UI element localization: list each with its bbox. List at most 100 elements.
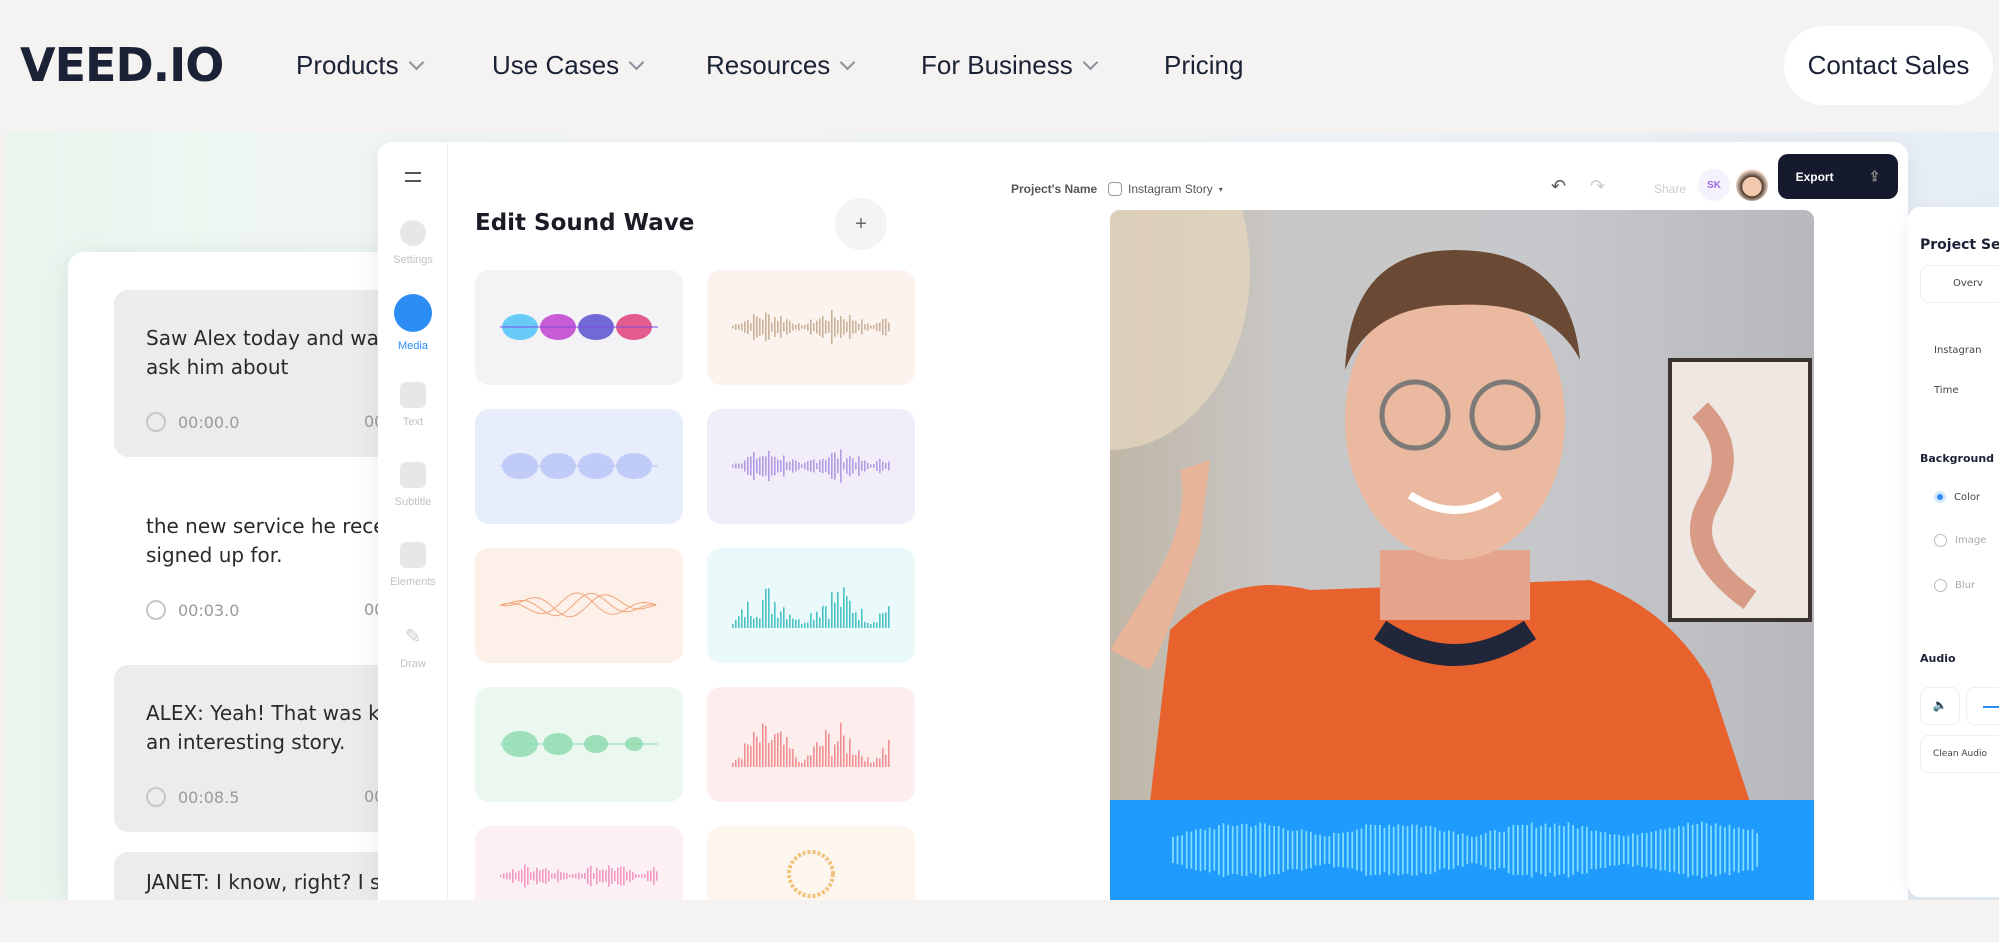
format-dropdown[interactable]: Instagram Story ▾ [1108,182,1223,196]
sidebar-item-elements[interactable]: Elements [378,542,448,588]
wave-bar [789,320,791,334]
wave-bar [575,873,577,879]
wave-bar [656,871,658,881]
wave-bar [816,611,818,628]
tab-overview[interactable]: Overv [1920,265,1999,303]
wave-bar [876,322,878,332]
wave-bar [885,612,887,628]
wave-bar [587,867,589,885]
wave-bar [789,614,791,628]
share-button[interactable]: Share [1654,182,1686,196]
panel-title: Edit Sound Wave [475,210,695,236]
wave-bar [798,761,800,767]
wave-bar [1319,834,1321,866]
wave-bar [1673,828,1676,872]
sidebar-item-text[interactable]: Text [378,382,448,428]
user-avatar-initials[interactable]: SK [1698,169,1730,201]
upload-icon: ⇪ [1868,168,1881,184]
wave-circle [787,850,835,898]
wave-bar [1576,828,1579,872]
clean-audio-button[interactable]: Clean Audio [1920,735,1999,773]
chevron-down-icon [628,54,645,71]
redo-icon[interactable]: ↷ [1590,176,1605,197]
nav-use-cases[interactable]: Use Cases [492,50,645,81]
veed-logo[interactable]: VEED.IO [20,38,224,92]
waveform [1172,821,1758,879]
wave-bar [801,624,803,628]
transcript-item[interactable]: Saw Alex today and war ask him about 00:… [114,290,414,457]
nav-resources[interactable]: Resources [706,50,856,81]
wave-bar [825,730,827,767]
transcript-item[interactable]: the new service he rece signed up for. 0… [114,478,414,645]
transcript-item[interactable]: ALEX: Yeah! That was kir an interesting … [114,665,414,832]
sidebar-item-subtitle[interactable]: Subtitle [378,462,448,508]
radio-blur[interactable]: Blur [1934,579,1975,592]
menu-icon[interactable] [405,172,421,182]
wave-bar [1549,827,1551,873]
wave-style-card[interactable] [707,687,915,802]
radio-color[interactable]: Color [1934,491,1980,503]
volume-icon[interactable]: 🔈 [1920,687,1960,725]
contact-sales-button[interactable]: Contact Sales [1784,26,1993,105]
wave-bar [792,323,794,331]
wave-bar [756,736,758,767]
wave-bar [885,318,887,336]
wave-style-card[interactable] [707,409,915,524]
wave-style-card[interactable] [707,548,915,663]
wave-bar [1448,830,1450,870]
wave-style-card[interactable] [707,270,915,385]
sidebar-item-draw[interactable]: ✎ Draw [378,624,448,670]
time-row[interactable]: Time [1934,385,1958,396]
wave-bar [1756,833,1758,867]
radio-image[interactable]: Image [1934,534,1986,547]
transcript-item[interactable]: JANET: I know, right? I s [114,852,414,900]
wave-style-card[interactable] [475,687,683,802]
wave-bar [512,869,514,883]
add-button[interactable]: + [835,198,887,250]
wave-bar [1360,828,1363,872]
export-button[interactable]: Export ⇪ [1778,154,1898,199]
wave-bar [879,758,881,767]
wave-bar [849,456,851,476]
sidebar-item-media[interactable]: Media [378,294,448,352]
wave-style-card[interactable] [475,826,683,900]
wave-style-card[interactable] [707,826,915,900]
nav-for-business[interactable]: For Business [921,50,1099,81]
nav-pricing[interactable]: Pricing [1164,50,1243,81]
wave-bar [560,872,562,880]
undo-icon[interactable]: ↶ [1551,176,1566,197]
wave-bar [810,460,812,472]
wave-style-card[interactable] [475,409,683,524]
wave-bar [864,324,866,330]
wave-bar [843,735,845,767]
wave-style-card[interactable] [475,270,683,385]
project-name[interactable]: Project's Name [1011,182,1097,196]
wave-bar [1204,830,1206,870]
wave-bar [1553,823,1556,877]
audio-waveform-bar[interactable] [1110,800,1814,900]
wave-bar [771,322,773,332]
transcript-text: signed up for. [146,543,283,567]
nav-products[interactable]: Products [296,50,424,81]
wave-bar [563,872,565,880]
format-row[interactable]: Instagran [1934,345,1981,356]
wave-bar [1452,831,1455,869]
wave-bar [804,759,806,767]
wave-bar [614,871,616,881]
user-avatar[interactable] [1736,169,1768,201]
wave-bar [777,617,779,628]
video-preview[interactable] [1110,210,1814,802]
wave-bar [1705,823,1708,877]
volume-slider[interactable] [1966,687,1999,725]
wave-bar [795,757,797,767]
wave-bar [1365,824,1367,876]
wave-bar [596,867,598,885]
wave-bar [1208,827,1211,873]
nav-label: Products [296,50,399,80]
wave-style-card[interactable] [475,548,683,663]
wave-bar [741,463,743,469]
wave-bar [548,870,550,882]
wave-bar [747,457,749,475]
wave-bar [807,755,809,767]
sidebar-item-settings[interactable]: Settings [378,220,448,266]
